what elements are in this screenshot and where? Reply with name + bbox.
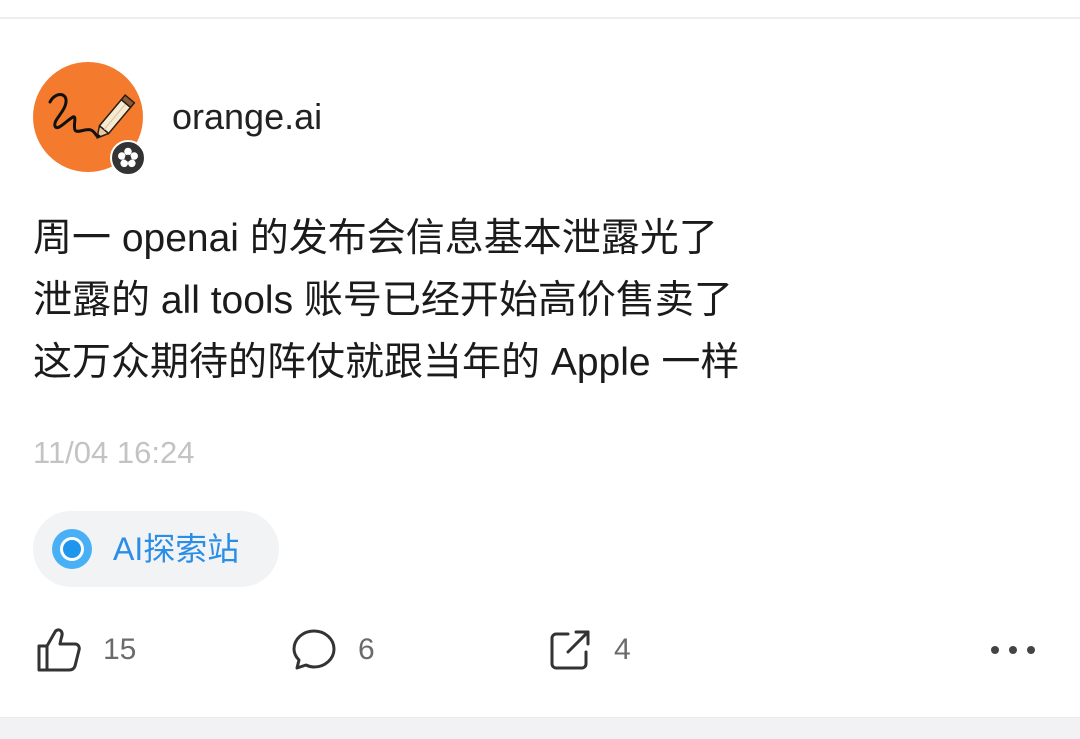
like-button[interactable]: 15: [35, 626, 145, 674]
post-content-line: 周一 openai 的发布会信息基本泄露光了: [33, 217, 718, 260]
more-icon: [991, 646, 1035, 654]
more-button[interactable]: [986, 636, 1042, 664]
comment-icon: [292, 629, 336, 670]
topic-label: AI探索站: [113, 531, 240, 567]
comment-count: 6: [358, 633, 375, 666]
topic-chip[interactable]: AI探索站: [33, 511, 279, 587]
author-name[interactable]: orange.ai: [172, 95, 322, 139]
share-icon: [550, 630, 590, 670]
thumbs-up-icon: [37, 628, 81, 672]
post-content-line: 泄露的 all tools 账号已经开始高价售卖了: [33, 279, 733, 322]
post-timestamp: 11/04 16:24: [33, 435, 195, 470]
top-divider: [0, 17, 1080, 19]
like-count: 15: [103, 633, 137, 666]
share-button[interactable]: 4: [546, 626, 646, 674]
flower-icon: [118, 147, 138, 168]
post-content-line: 这万众期待的阵仗就跟当年的 Apple 一样: [33, 341, 740, 384]
share-count: 4: [614, 633, 631, 666]
bottom-separator: [0, 717, 1080, 739]
comment-button[interactable]: 6: [290, 626, 390, 674]
flower-badge-icon: [110, 140, 146, 176]
topic-circle-icon: [52, 529, 92, 569]
post-content: 周一 openai 的发布会信息基本泄露光了 泄露的 all tools 账号已…: [33, 208, 1043, 394]
